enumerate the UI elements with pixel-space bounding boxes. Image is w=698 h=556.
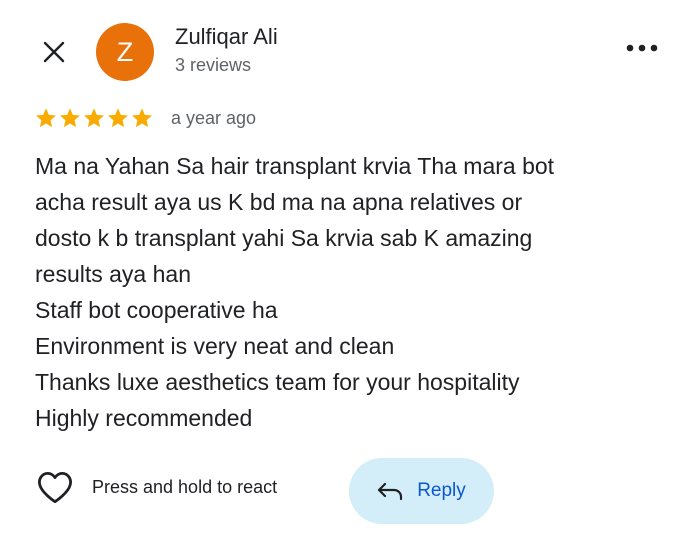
review-time: a year ago [171,108,257,128]
review-line: results aya han [35,261,191,287]
close-icon [43,41,65,63]
close-button[interactable] [36,34,72,70]
more-options-button[interactable] [620,34,664,62]
avatar-letter: Z [116,36,134,67]
react-button[interactable]: Press and hold to react [36,470,277,504]
star-icon [132,108,152,128]
reply-button[interactable]: Reply [349,458,494,524]
review-count: 3 reviews [175,55,252,75]
review-line: Highly recommended [35,405,253,431]
star-rating [35,107,153,129]
react-label: Press and hold to react [92,476,278,497]
reply-arrow-icon [378,482,403,501]
review-line: acha result aya us K bd ma na apna relat… [35,189,523,215]
more-horizontal-icon [626,44,658,52]
review-line: dosto k b transplant yahi Sa krvia sab K… [35,225,533,251]
reviewer-name[interactable]: Zulfiqar Ali [175,24,278,50]
star-icon [36,108,56,128]
reply-label: Reply [417,480,466,501]
avatar[interactable]: Z [96,23,154,81]
star-icon [84,108,104,128]
review-line: Ma na Yahan Sa hair transplant krvia Tha… [35,153,555,179]
review-line: Environment is very neat and clean [35,333,395,359]
star-icon [108,108,128,128]
review-line: Thanks luxe aesthetics team for your hos… [35,369,520,395]
review-detail: Z Zulfiqar Ali 3 reviews a year ago Ma n… [0,0,698,556]
star-icon [60,108,80,128]
review-text: Ma na Yahan Sa hair transplant krvia Tha… [35,148,675,436]
heart-outline-icon [38,472,72,504]
review-line: Staff bot cooperative ha [35,297,278,323]
